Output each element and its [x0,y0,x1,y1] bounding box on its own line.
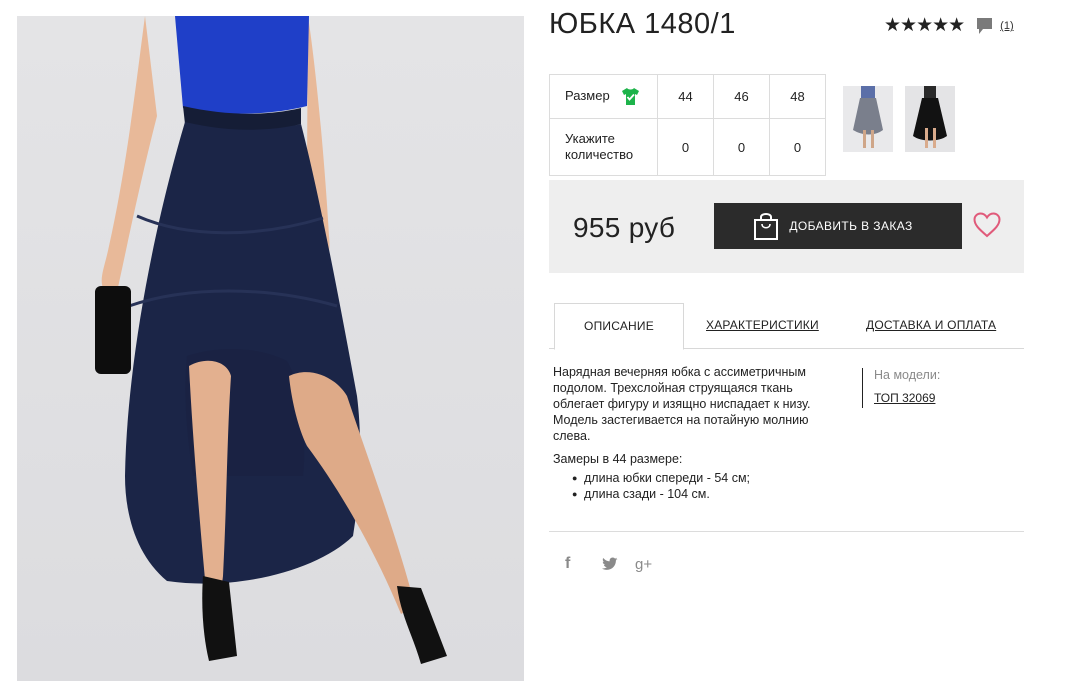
product-main-photo[interactable] [17,16,524,681]
quantity-input-48[interactable]: 0 [769,118,826,176]
rating: ★★★★★ (1) [884,16,1014,36]
model-top-link[interactable]: ТОП 32069 [874,391,940,405]
quantity-input-46[interactable]: 0 [713,118,770,176]
purchase-panel: 955 руб ДОБАВИТЬ В ЗАКАЗ [549,180,1024,273]
product-info-tabs: ОПИСАНИЕ ХАРАКТЕРИСТИКИ ДОСТАВКА И ОПЛАТ… [549,303,1024,350]
model-wearing: На модели: ТОП 32069 [862,368,940,408]
model-label: На модели: [874,368,941,382]
tab-description[interactable]: ОПИСАНИЕ [554,303,684,350]
add-to-order-button[interactable]: ДОБАВИТЬ В ЗАКАЗ [714,203,962,249]
size-quantity-table: Размер 44 46 48 Укажите количество 0 0 0 [549,74,826,176]
social-share: f g+ [565,555,652,573]
review-count-link[interactable]: (1) [1000,20,1013,32]
google-plus-icon[interactable]: g+ [635,556,652,573]
wishlist-heart-icon[interactable] [973,212,1001,238]
product-title: ЮБКА 1480/1 [549,8,736,40]
comment-icon[interactable] [976,17,993,35]
quantity-label: Укажите количество [549,118,658,176]
quantity-row: Укажите количество 0 0 0 [549,118,826,176]
add-to-order-label: ДОБАВИТЬ В ЗАКАЗ [789,219,913,233]
size-label-cell: Размер [549,74,658,119]
measure-item: длина сзади - 104 см. [572,486,838,502]
size-46: 46 [713,74,770,119]
facebook-icon[interactable]: f [565,555,579,573]
tab-delivery-payment[interactable]: ДОСТАВКА И ОПЛАТА [866,303,996,348]
size-48: 48 [769,74,826,119]
size-44: 44 [657,74,714,119]
size-label: Размер [565,87,610,103]
price: 955 руб [573,212,676,243]
measure-list: длина юбки спереди - 54 см; длина сзади … [553,470,838,502]
rating-stars[interactable]: ★★★★★ [884,16,965,36]
twitter-icon[interactable] [602,557,618,571]
quantity-input-44[interactable]: 0 [657,118,714,176]
shopping-bag-icon [754,213,779,240]
measure-item: длина юбки спереди - 54 см; [572,470,838,486]
skirt-model-image [95,16,447,664]
thumbnail-black-skirt[interactable] [905,86,955,152]
tab-characteristics[interactable]: ХАРАКТЕРИСТИКИ [706,303,819,348]
size-chart-shirt-icon[interactable] [621,87,640,106]
measure-title: Замеры в 44 размере: [553,452,683,466]
thumbnail-grey-skirt[interactable] [843,86,893,152]
divider [549,531,1024,532]
description-panel: Нарядная вечерняя юбка с ассиметричным п… [553,364,838,502]
description-text: Нарядная вечерняя юбка с ассиметричным п… [553,365,811,443]
size-row: Размер 44 46 48 [549,74,826,119]
